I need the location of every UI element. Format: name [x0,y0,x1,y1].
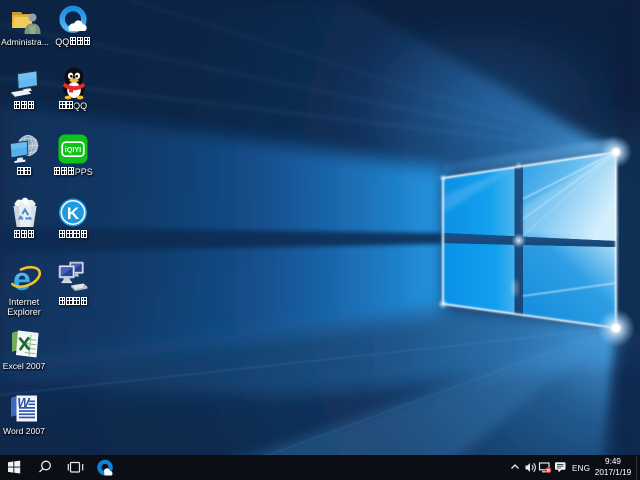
svg-text:W: W [17,395,31,410]
svg-text:iQIYI: iQIYI [65,145,81,154]
svg-text:e: e [13,261,31,295]
svg-text:K: K [67,204,80,223]
